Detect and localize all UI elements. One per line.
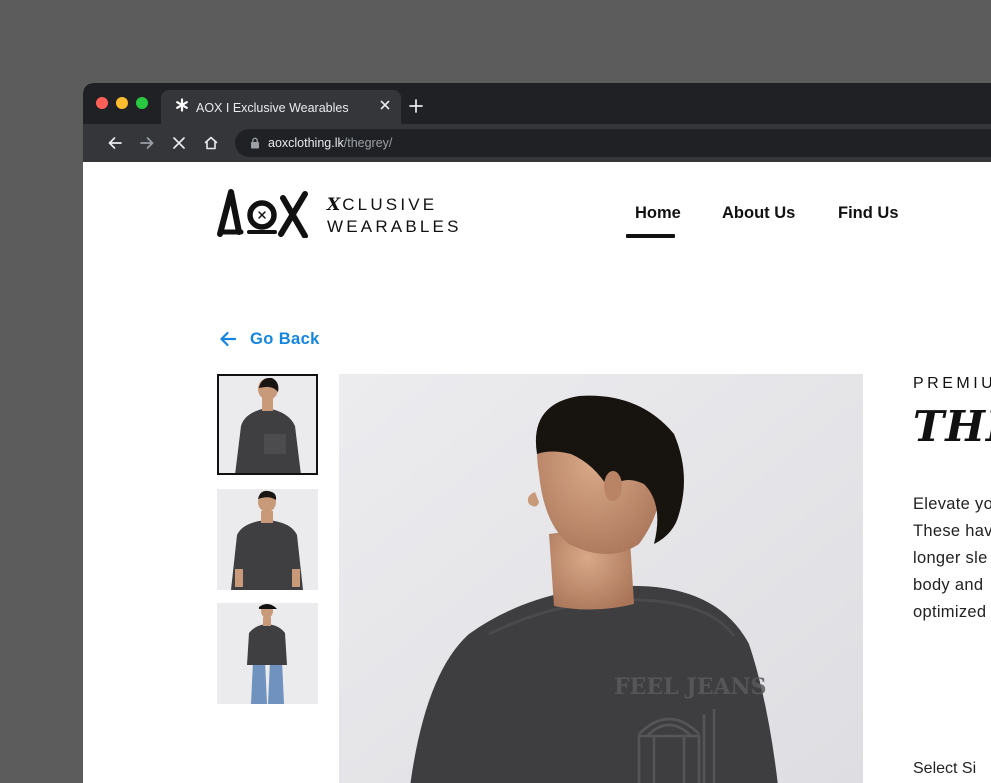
- tab-bar: AOX I Exclusive Wearables: [83, 83, 991, 124]
- thumbnail-back-view[interactable]: [217, 374, 318, 475]
- go-back-label: Go Back: [250, 330, 320, 348]
- back-view-photo: [217, 374, 318, 475]
- asterisk-favicon-icon: [176, 98, 188, 112]
- description-line-5: optimized: [913, 603, 987, 621]
- main-product-image[interactable]: FEEL JEANS: [339, 374, 863, 783]
- tab-title: AOX I Exclusive Wearables: [196, 101, 349, 115]
- arrow-left-icon: [220, 331, 237, 347]
- lock-icon: [251, 137, 259, 149]
- full-body-view-photo: [217, 603, 318, 704]
- nav-find-us[interactable]: Find Us: [838, 204, 899, 223]
- description-line-4: body and: [913, 576, 984, 594]
- model-back-photo: FEEL JEANS: [339, 374, 863, 783]
- browser-tab[interactable]: AOX I Exclusive Wearables: [161, 90, 401, 124]
- close-tab-icon[interactable]: [378, 98, 392, 112]
- close-window-button[interactable]: [96, 97, 108, 109]
- back-arrow-icon[interactable]: [107, 135, 123, 151]
- nav-home[interactable]: Home: [635, 204, 681, 223]
- nav-about-us[interactable]: About Us: [722, 204, 795, 223]
- nav-active-indicator: [626, 234, 675, 238]
- minimize-window-button[interactable]: [116, 97, 128, 109]
- aox-logo[interactable]: [217, 188, 309, 239]
- product-kicker: PREMIU: [913, 375, 991, 392]
- maximize-window-button[interactable]: [136, 97, 148, 109]
- svg-text:FEEL JEANS: FEEL JEANS: [614, 674, 767, 700]
- description-line-3: longer sle: [913, 549, 988, 567]
- brand-tagline: X CLUSIVE WEARABLES: [327, 195, 462, 236]
- address-bar[interactable]: aoxclothing.lk/thegrey/: [235, 129, 991, 157]
- thumbnail-front-view[interactable]: [217, 489, 318, 590]
- browser-window: AOX I Exclusive Wearables aoxclothing.lk…: [83, 83, 991, 783]
- forward-arrow-icon[interactable]: [139, 135, 155, 151]
- stop-loading-icon[interactable]: [171, 135, 187, 151]
- description-line-1: Elevate yo: [913, 495, 991, 513]
- home-icon[interactable]: [203, 135, 219, 151]
- web-page: X CLUSIVE WEARABLES Home About Us Find Us…: [83, 162, 991, 783]
- select-size-label: Select Si: [913, 760, 977, 777]
- aox-logo-mark: [217, 189, 308, 239]
- thumbnail-full-body-view[interactable]: [217, 603, 318, 704]
- new-tab-icon[interactable]: [409, 99, 423, 113]
- front-view-photo: [217, 489, 318, 590]
- description-line-2: These hav: [913, 522, 991, 540]
- url-text: aoxclothing.lk/thegrey/: [268, 136, 393, 150]
- product-title: THE: [913, 402, 991, 451]
- browser-toolbar: aoxclothing.lk/thegrey/: [83, 124, 991, 162]
